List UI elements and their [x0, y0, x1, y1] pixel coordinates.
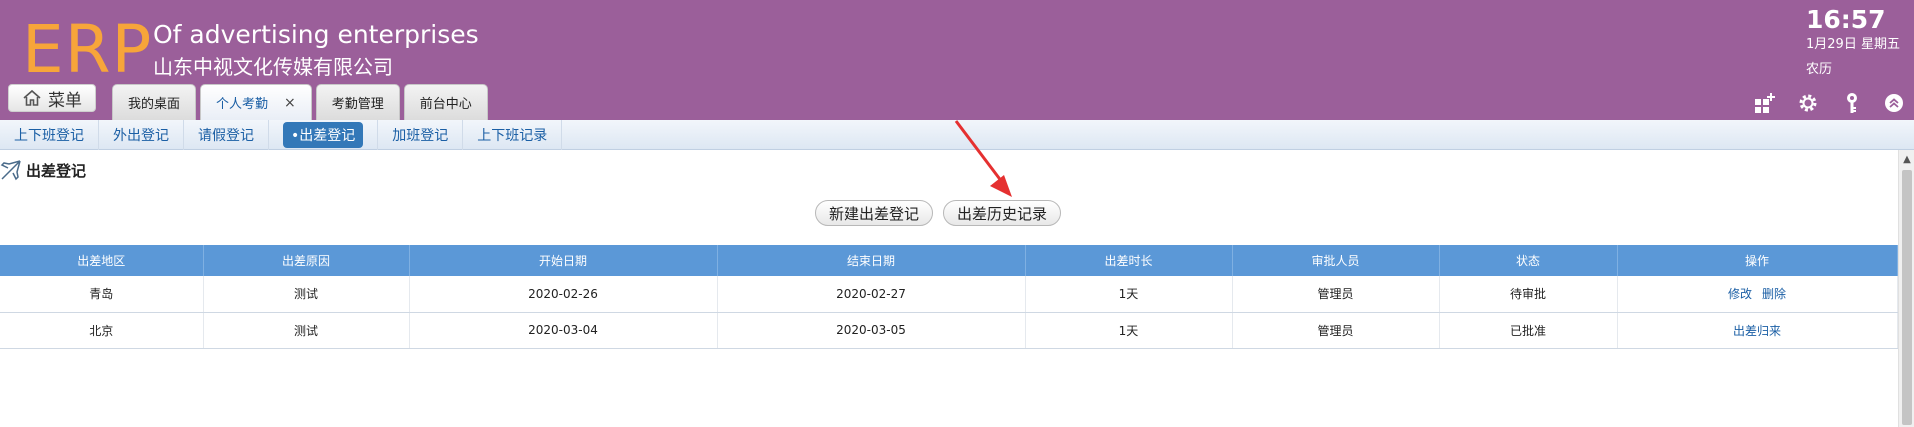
subnav-commute-records[interactable]: 上下班记录: [463, 119, 563, 150]
header-toolbar: [0, 91, 1914, 115]
cell-region: 青岛: [0, 276, 204, 313]
section-header: 出差登记: [0, 158, 86, 182]
subnav-out-register[interactable]: 外出登记: [99, 119, 184, 150]
cell-end-date: 2020-03-05: [717, 312, 1026, 349]
subnav-label: 外出登记: [113, 127, 169, 144]
column-header: 开始日期: [409, 245, 718, 276]
subnav-label: •出差登记: [283, 121, 364, 148]
section-title: 出差登记: [26, 161, 87, 180]
erp-page: ERP Of advertising enterprises 山东中视文化传媒有…: [0, 0, 1914, 427]
subnav-overtime-register[interactable]: 加班登记: [378, 119, 464, 150]
table-row: 青岛 测试 2020-02-26 2020-02-27 1天 管理员 待审批 修…: [0, 276, 1898, 313]
subnav-label: 上下班登记: [14, 127, 84, 144]
airplane-icon: [0, 160, 21, 181]
table-row: 北京 测试 2020-03-04 2020-03-05 1天 管理员 已批准 出…: [0, 312, 1898, 349]
column-header: 出差地区: [0, 245, 204, 276]
cell-status: 待审批: [1439, 276, 1618, 313]
cell-duration: 1天: [1025, 312, 1233, 349]
column-header: 操作: [1617, 245, 1898, 276]
erp-logo: ERP: [22, 11, 153, 88]
sub-navigation: 上下班登记 外出登记 请假登记 •出差登记 加班登记 上下班记录: [0, 119, 1914, 150]
trip-table: 出差地区 出差原因 开始日期 结束日期 出差时长 审批人员 状态 操作 青岛 测…: [0, 245, 1898, 349]
column-header: 状态: [1439, 245, 1618, 276]
cell-approver: 管理员: [1232, 276, 1440, 313]
column-header: 结束日期: [717, 245, 1026, 276]
edit-link[interactable]: 修改: [1728, 287, 1752, 301]
subnav-leave-register[interactable]: 请假登记: [184, 119, 269, 150]
subnav-business-trip-register[interactable]: •出差登记: [269, 119, 379, 150]
delete-link[interactable]: 删除: [1762, 287, 1786, 301]
scroll-up-arrow-icon[interactable]: ▲: [1899, 152, 1914, 166]
trip-history-button[interactable]: 出差历史记录: [943, 200, 1062, 226]
column-header: 出差原因: [203, 245, 410, 276]
lunar-date: 农历: [1806, 62, 1833, 77]
subnav-commute-register[interactable]: 上下班登记: [0, 119, 99, 150]
company-name-en: Of advertising enterprises: [153, 20, 479, 49]
cell-operations: 出差归来: [1617, 312, 1898, 349]
cell-duration: 1天: [1025, 276, 1233, 313]
add-window-icon[interactable]: [1752, 91, 1776, 115]
table-header-row: 出差地区 出差原因 开始日期 结束日期 出差时长 审批人员 状态 操作: [0, 245, 1898, 276]
gear-icon[interactable]: [1796, 91, 1820, 115]
cell-operations: 修改 删除: [1617, 276, 1898, 313]
return-from-trip-link[interactable]: 出差归来: [1733, 324, 1781, 338]
key-icon[interactable]: [1840, 91, 1864, 115]
cell-region: 北京: [0, 312, 204, 349]
clock-date: 1月29日 星期五: [1806, 37, 1900, 52]
cell-status: 已批准: [1439, 312, 1618, 349]
collapse-icon[interactable]: [1882, 91, 1906, 115]
cell-reason: 测试: [203, 312, 410, 349]
vertical-scrollbar[interactable]: ▲: [1898, 150, 1914, 427]
column-header: 出差时长: [1025, 245, 1233, 276]
cell-approver: 管理员: [1232, 312, 1440, 349]
cell-start-date: 2020-02-26: [409, 276, 718, 313]
column-header: 审批人员: [1232, 245, 1440, 276]
company-name-cn: 山东中视文化传媒有限公司: [153, 55, 393, 79]
app-header: ERP Of advertising enterprises 山东中视文化传媒有…: [0, 0, 1914, 120]
subnav-label: 请假登记: [198, 127, 254, 144]
cell-start-date: 2020-03-04: [409, 312, 718, 349]
scroll-thumb[interactable]: [1902, 170, 1912, 425]
cell-end-date: 2020-02-27: [717, 276, 1026, 313]
subnav-label: 加班登记: [392, 127, 449, 144]
clock-time: 16:57: [1806, 5, 1886, 34]
new-trip-button[interactable]: 新建出差登记: [815, 200, 934, 226]
subnav-label: 上下班记录: [477, 127, 548, 144]
cell-reason: 测试: [203, 276, 410, 313]
action-buttons: 新建出差登记 出差历史记录: [815, 200, 1062, 226]
